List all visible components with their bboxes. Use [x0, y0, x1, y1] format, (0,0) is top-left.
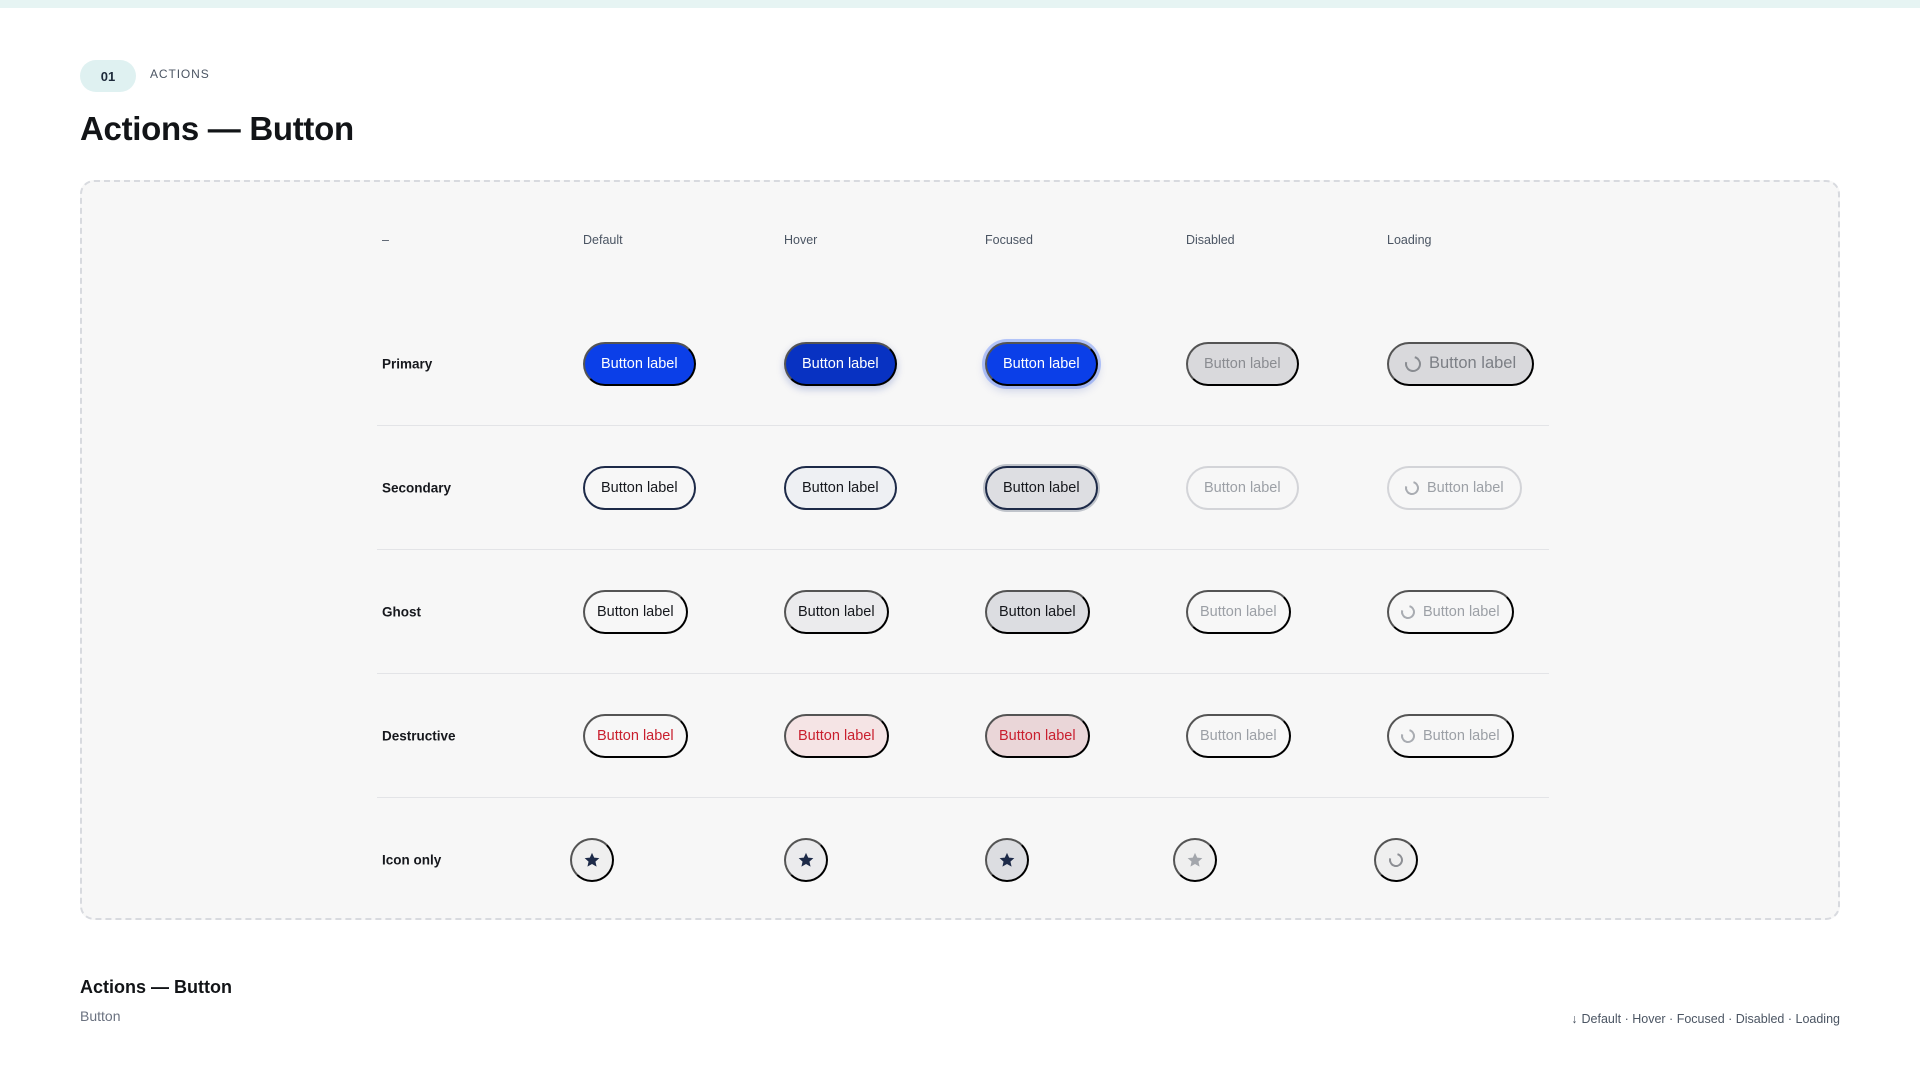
row-primary: Primary Button label Button label Button…: [377, 302, 1549, 426]
ghost-button-focused[interactable]: Button label: [985, 589, 1090, 634]
row-label-ghost: Ghost: [382, 604, 421, 619]
button-label: Button label: [1423, 727, 1500, 744]
row-label-primary: Primary: [382, 356, 433, 371]
row-ghost: Ghost Button label Button label Button l…: [377, 550, 1549, 674]
secondary-button-focused[interactable]: Button label: [985, 465, 1098, 510]
section-number-badge: 01: [80, 60, 136, 92]
column-header-disabled: Disabled: [1186, 233, 1235, 247]
column-header-loading: Loading: [1387, 233, 1432, 247]
loading-spinner-icon: [1402, 352, 1424, 375]
row-secondary: Secondary Button label Button label Butt…: [377, 426, 1549, 550]
ghost-button-disabled: Button label: [1186, 589, 1291, 634]
loading-spinner-icon: [1386, 850, 1406, 870]
state-matrix: – Default Hover Focused Disabled Loading…: [377, 182, 1549, 922]
icon-button-disabled: [1173, 838, 1217, 882]
row-label-secondary: Secondary: [382, 480, 452, 495]
corner-label: –: [382, 233, 389, 247]
button-label: Button label: [1429, 354, 1517, 372]
row-icon-only: Icon only: [377, 798, 1549, 922]
state-legend: ↓ Default · Hover · Focused · Disabled ·…: [1571, 1012, 1840, 1026]
star-icon: [584, 852, 600, 867]
loading-spinner-icon: [1398, 725, 1418, 746]
component-canvas: – Default Hover Focused Disabled Loading…: [80, 180, 1840, 920]
footer-subtitle: Button: [80, 1008, 121, 1024]
star-icon: [999, 852, 1015, 867]
secondary-button-default[interactable]: Button label: [583, 465, 696, 510]
secondary-button-disabled: Button label: [1186, 465, 1299, 510]
destructive-button-hover[interactable]: Button label: [784, 713, 889, 758]
loading-spinner-icon: [1398, 601, 1418, 622]
primary-button-loading: Button label: [1387, 341, 1535, 386]
icon-button-default[interactable]: [570, 838, 614, 882]
primary-button-default[interactable]: Button label: [583, 341, 696, 386]
arrow-down-icon: ↓: [1571, 1012, 1578, 1026]
destructive-button-default[interactable]: Button label: [583, 713, 688, 758]
primary-button-disabled: Button label: [1186, 341, 1299, 386]
primary-button-focused[interactable]: Button label: [985, 341, 1098, 386]
destructive-button-loading: Button label: [1387, 713, 1514, 758]
button-label: Button label: [1427, 479, 1504, 496]
row-destructive: Destructive Button label Button label Bu…: [377, 674, 1549, 798]
top-accent-bar: [0, 0, 1920, 8]
column-header-focused: Focused: [985, 233, 1033, 247]
icon-button-hover[interactable]: [784, 838, 828, 882]
primary-button-hover[interactable]: Button label: [784, 341, 897, 386]
ghost-button-hover[interactable]: Button label: [784, 589, 889, 634]
ghost-button-loading: Button label: [1387, 589, 1514, 634]
icon-button-loading: [1374, 838, 1418, 882]
page-title: Actions — Button: [80, 110, 354, 147]
secondary-button-loading: Button label: [1387, 465, 1522, 510]
column-header-hover: Hover: [784, 233, 818, 247]
destructive-button-disabled: Button label: [1186, 713, 1291, 758]
footer-title: Actions — Button: [80, 977, 232, 997]
row-label-icon-only: Icon only: [382, 852, 442, 868]
destructive-button-focused[interactable]: Button label: [985, 713, 1090, 758]
star-icon: [798, 852, 814, 867]
star-icon: [1187, 852, 1203, 867]
ghost-button-default[interactable]: Button label: [583, 589, 688, 634]
row-label-destructive: Destructive: [382, 728, 456, 743]
icon-button-focused[interactable]: [985, 838, 1029, 882]
button-label: Button label: [1423, 603, 1500, 620]
section-label: ACTIONS: [150, 67, 210, 81]
section-eyebrow: 01 ACTIONS: [80, 60, 210, 92]
column-header-default: Default: [583, 233, 623, 247]
legend-text: Default · Hover · Focused · Disabled · L…: [1581, 1012, 1840, 1026]
secondary-button-hover[interactable]: Button label: [784, 465, 897, 510]
column-header-row: – Default Hover Focused Disabled Loading: [377, 182, 1549, 302]
loading-spinner-icon: [1402, 477, 1422, 498]
